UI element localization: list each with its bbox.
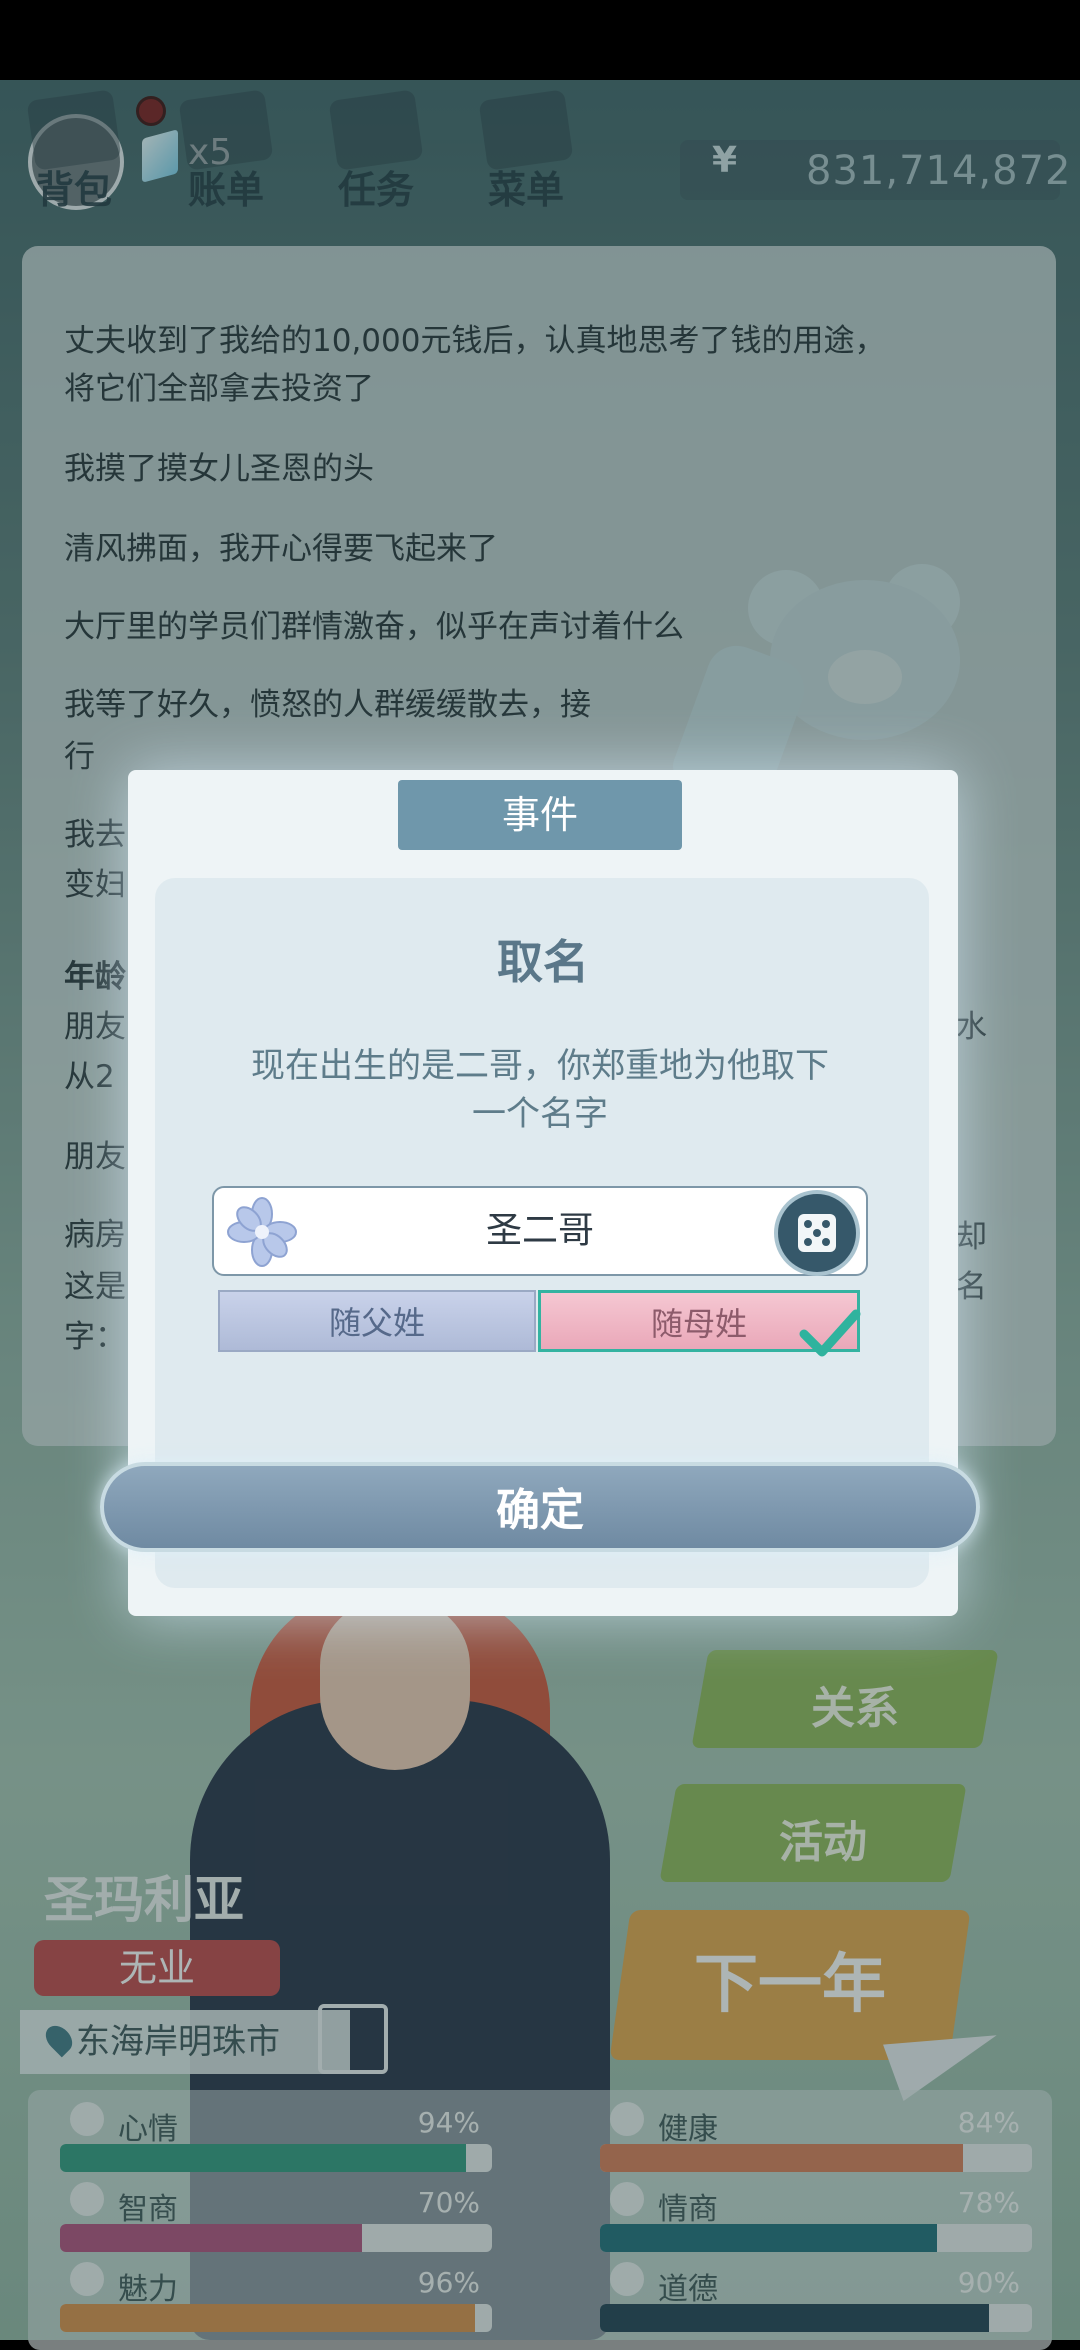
confirm-button[interactable]: 确定 [100,1462,980,1552]
dice-icon [798,1214,836,1252]
dialog-title: 取名 [497,935,589,989]
dialog-tab-label: 事件 [398,780,682,850]
surname-father-option[interactable]: 随父姓 [218,1290,536,1352]
flower-icon [227,1197,297,1267]
description-line: 一个名字 [472,1094,608,1134]
checkmark-icon [799,1309,861,1357]
random-name-button[interactable] [778,1194,856,1272]
dialog-description: 现在出生的是二哥，你郑重地为他取下 一个名字 [190,1042,890,1138]
name-input-value: 圣二哥 [485,1210,594,1251]
description-line: 现在出生的是二哥，你郑重地为他取下 [251,1046,829,1086]
